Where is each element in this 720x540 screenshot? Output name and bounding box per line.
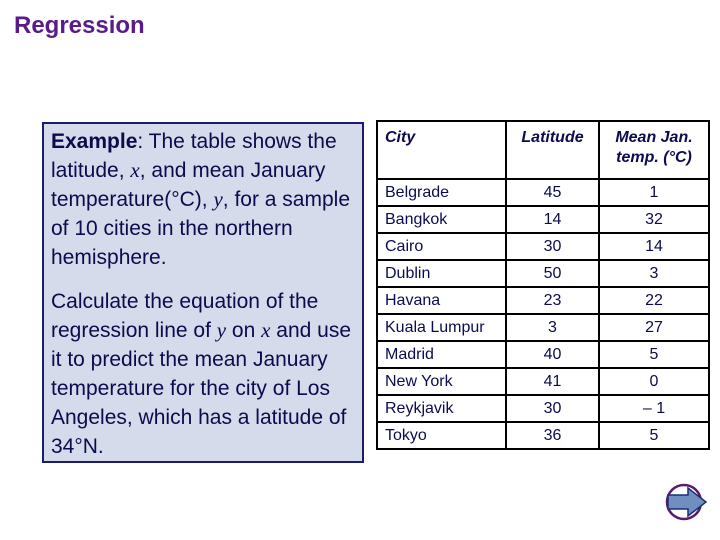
cell-latitude: 36 bbox=[505, 421, 600, 450]
table-header-row: City Latitude Mean Jan. temp. (°C) bbox=[376, 120, 710, 180]
text: on bbox=[226, 319, 262, 342]
slide-title: Regression bbox=[14, 12, 145, 39]
table-row: Tokyo 36 5 bbox=[376, 421, 710, 450]
cell-latitude: 30 bbox=[505, 232, 600, 261]
cell-temp: 14 bbox=[598, 232, 710, 261]
cell-city: Reykjavik bbox=[376, 394, 507, 423]
task-paragraph: Calculate the equation of the regression… bbox=[44, 287, 362, 461]
table-row: Cairo 30 14 bbox=[376, 232, 710, 261]
table-row: Dublin 50 3 bbox=[376, 259, 710, 288]
table-row: Havana 23 22 bbox=[376, 286, 710, 315]
var-y: y bbox=[216, 318, 227, 342]
table-row: Kuala Lumpur 3 27 bbox=[376, 313, 710, 342]
header-temp: Mean Jan. temp. (°C) bbox=[598, 120, 710, 180]
next-arrow-icon[interactable] bbox=[664, 480, 708, 524]
cell-latitude: 14 bbox=[505, 205, 600, 234]
cell-city: Kuala Lumpur bbox=[376, 313, 507, 342]
table-row: Belgrade 45 1 bbox=[376, 178, 710, 207]
cell-temp: 0 bbox=[598, 367, 710, 396]
cell-temp: 32 bbox=[598, 205, 710, 234]
cell-temp: 27 bbox=[598, 313, 710, 342]
table-row: Madrid 40 5 bbox=[376, 340, 710, 369]
example-label: Example bbox=[51, 130, 138, 153]
cell-city: New York bbox=[376, 367, 507, 396]
cell-city: Havana bbox=[376, 286, 507, 315]
cell-latitude: 50 bbox=[505, 259, 600, 288]
cell-latitude: 3 bbox=[505, 313, 600, 342]
header-city: City bbox=[376, 120, 507, 180]
cell-temp: 5 bbox=[598, 421, 710, 450]
var-y: y bbox=[213, 187, 223, 211]
var-x: x bbox=[130, 158, 140, 182]
table-row: Reykjavik 30– 1 bbox=[376, 394, 710, 423]
cell-city: Dublin bbox=[376, 259, 507, 288]
cell-temp: 1 bbox=[598, 178, 710, 207]
cell-city: Cairo bbox=[376, 232, 507, 261]
cell-latitude: 30 bbox=[505, 394, 600, 423]
cell-temp: 3 bbox=[598, 259, 710, 288]
cell-temp: 22 bbox=[598, 286, 710, 315]
cell-city: Madrid bbox=[376, 340, 507, 369]
cell-latitude: 41 bbox=[505, 367, 600, 396]
cell-city: Tokyo bbox=[376, 421, 507, 450]
example-paragraph: Example: The table shows the latitude, x… bbox=[44, 127, 362, 272]
table-row: Bangkok 14 32 bbox=[376, 205, 710, 234]
city-table: City Latitude Mean Jan. temp. (°C) Belgr… bbox=[376, 120, 710, 450]
cell-city: Bangkok bbox=[376, 205, 507, 234]
header-latitude: Latitude bbox=[505, 120, 600, 180]
cell-latitude: 45 bbox=[505, 178, 600, 207]
table-row: New York 41 0 bbox=[376, 367, 710, 396]
cell-latitude: 40 bbox=[505, 340, 600, 369]
cell-temp: 5 bbox=[598, 340, 710, 369]
cell-temp: – 1 bbox=[598, 394, 710, 423]
cell-latitude: 23 bbox=[505, 286, 600, 315]
cell-city: Belgrade bbox=[376, 178, 507, 207]
example-box: Example: The table shows the latitude, x… bbox=[42, 122, 364, 463]
